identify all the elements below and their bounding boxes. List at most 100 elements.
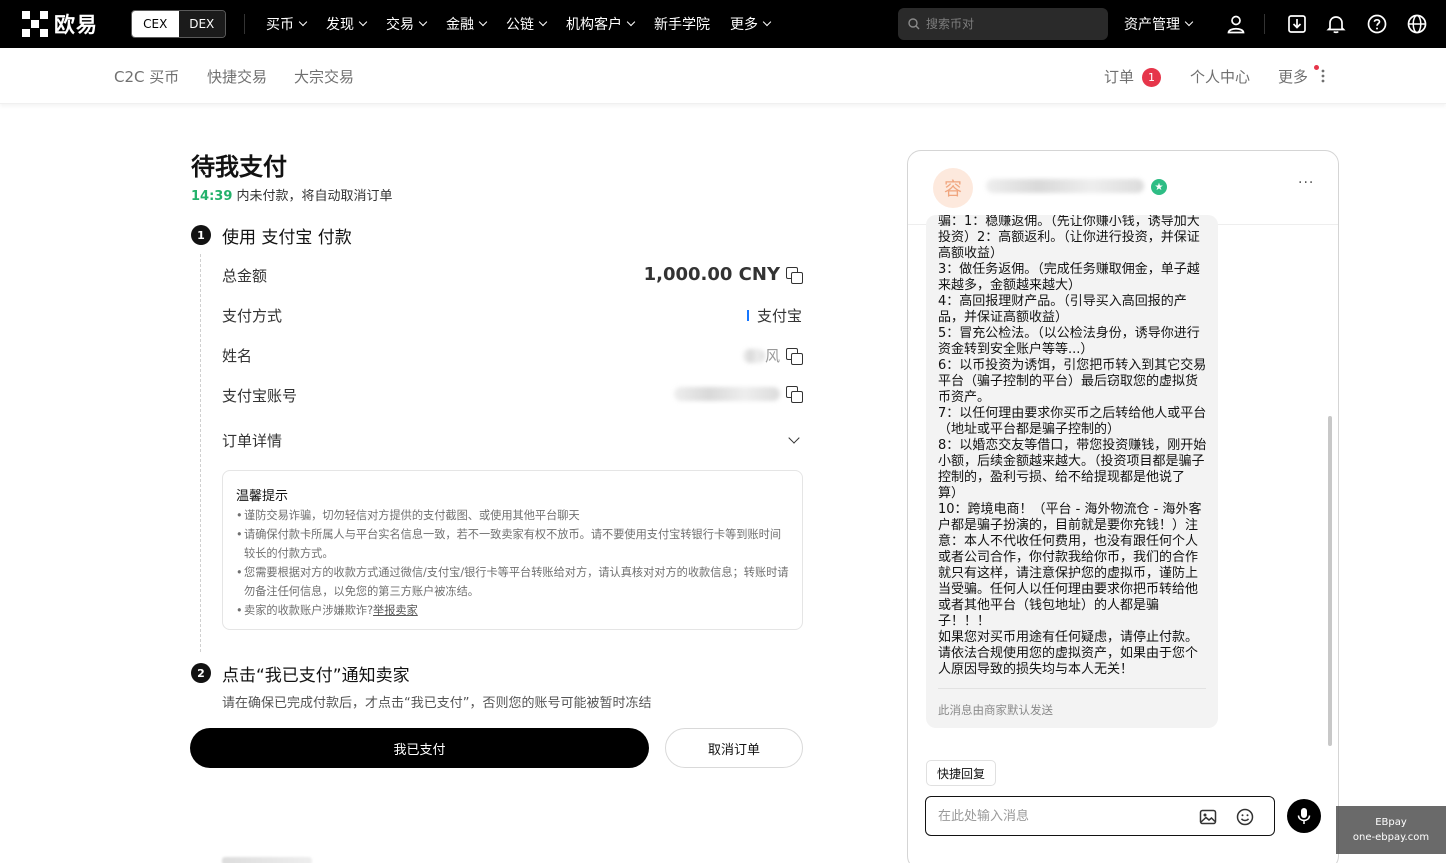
more-options-icon[interactable]: ··· (1298, 175, 1314, 191)
amount-value: 1,000.00 CNY (643, 264, 780, 285)
verified-badge-icon: ★ (1151, 179, 1167, 195)
voice-input-button[interactable] (1287, 799, 1321, 833)
dex-toggle[interactable]: DEX (178, 11, 225, 37)
chevron-down-icon (298, 17, 308, 27)
tip-item: 您需要根据对方的收款方式通过微信/支付宝/银行卡等平台转账给对方，请认真核对对方… (236, 563, 789, 601)
search-box[interactable] (898, 8, 1108, 40)
tip-item: 请确保付款卡所属人与平台实名信息一致，若不一致卖家有权不放币。请不要使用支付宝转… (236, 525, 789, 563)
step-2-badge: 2 (191, 663, 211, 683)
order-count-badge: 1 (1142, 68, 1162, 87)
nav-trade[interactable]: 交易 (386, 14, 428, 34)
warm-tips-box: 温馨提示 谨防交易诈骗，切勿轻信对方提供的支付截图、或使用其他平台聊天 请确保付… (222, 470, 803, 630)
cancel-order-button[interactable]: 取消订单 (665, 728, 803, 768)
order-details-toggle[interactable]: 订单详情 (222, 430, 282, 451)
nav-discover[interactable]: 发现 (326, 14, 368, 34)
globe-icon[interactable] (1405, 12, 1429, 36)
step-2-title: 点击“我已支付”通知卖家 (222, 666, 410, 686)
chevron-down-icon (478, 17, 488, 27)
chat-scrollbar[interactable] (1328, 416, 1332, 746)
report-seller-link[interactable]: 举报卖家 (373, 604, 418, 617)
step-1-badge: 1 (191, 225, 211, 245)
blurred-name (742, 348, 765, 363)
brand-logo[interactable]: 欧易 (22, 10, 98, 38)
cex-dex-switcher: CEX DEX (131, 10, 226, 38)
alipay-marker (746, 310, 749, 321)
name-label: 姓名 (222, 347, 253, 365)
nav-buy-crypto[interactable]: 买币 (266, 14, 308, 34)
chat-header: 容 ★ ··· (908, 151, 1338, 225)
merchant-name-blurred[interactable] (986, 179, 1144, 193)
payment-method-row-value: 支付宝 (746, 305, 802, 326)
cex-toggle[interactable]: CEX (132, 11, 179, 37)
download-icon[interactable] (1285, 12, 1309, 36)
nav-academy[interactable]: 新手学院 (654, 14, 710, 34)
subnav-block-trade[interactable]: 大宗交易 (294, 66, 354, 87)
okx-logo-icon (22, 11, 48, 37)
i-have-paid-button[interactable]: 我已支付 (190, 728, 649, 768)
watermark: EBpay one-ebpay.com (1336, 806, 1446, 854)
payment-method-label: 支付方式 (222, 307, 283, 325)
subnav-profile-center[interactable]: 个人中心 (1190, 66, 1250, 87)
merchant-avatar[interactable]: 容 (933, 168, 973, 208)
chevron-down-icon (358, 17, 368, 27)
top-navbar: 欧易 CEX DEX 买币 发现 交易 金融 公链 机构客户 新手学院 更多 资… (0, 0, 1446, 48)
bell-icon[interactable] (1324, 12, 1348, 36)
nav-divider (244, 14, 245, 34)
subnav-express-trade[interactable]: 快捷交易 (207, 66, 267, 87)
tip-item: 卖家的收款账户涉嫌欺诈?举报卖家 (236, 601, 789, 620)
amount-row-value: 1,000.00 CNY (643, 264, 803, 285)
sub-navbar: C2C 买币 快捷交易 大宗交易 订单 1 个人中心 更多 (0, 48, 1446, 104)
copy-icon[interactable] (786, 347, 803, 365)
nav-divider (1264, 14, 1265, 34)
chevron-down-icon[interactable] (788, 432, 800, 444)
chat-message-input[interactable] (938, 808, 1188, 824)
copy-icon[interactable] (786, 266, 803, 284)
brand-name: 欧易 (54, 13, 98, 37)
search-input[interactable] (926, 17, 1096, 31)
asset-management-menu[interactable]: 资产管理 (1124, 14, 1194, 34)
notification-dot (1314, 65, 1319, 70)
chevron-down-icon (538, 17, 548, 27)
tips-title: 温馨提示 (236, 489, 289, 504)
merchant-message-text: 骗：1：稳赚返佣。（先让你赚小钱，诱导加大投资）2：高额返利。（让你进行投资，并… (938, 215, 1207, 677)
step-2-description: 请在确保已完成付款后，才点击“我已支付”，否则您的账号可能被暂时冻结 (222, 696, 652, 711)
nav-more[interactable]: 更多 (730, 14, 772, 34)
subnav-orders[interactable]: 订单 1 (1104, 66, 1162, 87)
countdown-timer: 14:39 (191, 189, 233, 204)
subnav-more[interactable]: 更多 (1278, 66, 1308, 87)
name-visible-char: 风 (764, 347, 780, 365)
quick-reply-button[interactable]: 快捷回复 (926, 760, 997, 786)
alipay-account-label: 支付宝账号 (222, 387, 298, 405)
user-icon[interactable] (1224, 12, 1248, 36)
nav-finance[interactable]: 金融 (446, 14, 488, 34)
help-icon[interactable] (1365, 12, 1389, 36)
vertical-dots-icon[interactable] (1321, 69, 1325, 83)
nav-institutional[interactable]: 机构客户 (566, 14, 636, 34)
copy-icon[interactable] (786, 386, 803, 403)
emoji-icon[interactable] (1233, 805, 1257, 829)
page-title: 待我支付 (191, 153, 287, 181)
tips-list: 谨防交易诈骗，切勿轻信对方提供的支付截图、或使用其他平台聊天 请确保付款卡所属人… (236, 506, 789, 620)
microphone-icon (1297, 808, 1311, 824)
chevron-down-icon (626, 17, 636, 27)
tip-item: 谨防交易诈骗，切勿轻信对方提供的支付截图、或使用其他平台聊天 (236, 506, 789, 525)
auto-message-note: 此消息由商家默认发送 (938, 688, 1206, 728)
nav-chain[interactable]: 公链 (506, 14, 548, 34)
name-row-value: 风 (742, 345, 803, 366)
image-icon[interactable] (1196, 805, 1220, 829)
alipay-account-row-value (674, 386, 803, 403)
search-icon (908, 18, 920, 30)
merchant-message-bubble: 骗：1：稳赚返佣。（先让你赚小钱，诱导加大投资）2：高额返利。（让你进行投资，并… (926, 215, 1218, 728)
chat-input-box[interactable] (925, 796, 1275, 836)
payment-method-value: 支付宝 (756, 307, 802, 325)
chat-panel: 容 ★ ··· 骗：1：稳赚返佣。（先让你赚小钱，诱导加大投资）2：高额返利。（… (907, 150, 1339, 863)
chevron-down-icon (1184, 17, 1194, 27)
main-menu: 买币 发现 交易 金融 公链 机构客户 新手学院 更多 (266, 0, 790, 48)
step-1-title: 使用 支付宝 付款 (222, 228, 352, 248)
subnav-c2c-buy[interactable]: C2C 买币 (114, 66, 179, 87)
amount-label: 总金额 (222, 267, 268, 285)
payment-countdown: 14:39 内未付款，将自动取消订单 (191, 189, 393, 204)
chevron-down-icon (762, 17, 772, 27)
chevron-down-icon (418, 17, 428, 27)
offscreen-content (222, 857, 312, 863)
